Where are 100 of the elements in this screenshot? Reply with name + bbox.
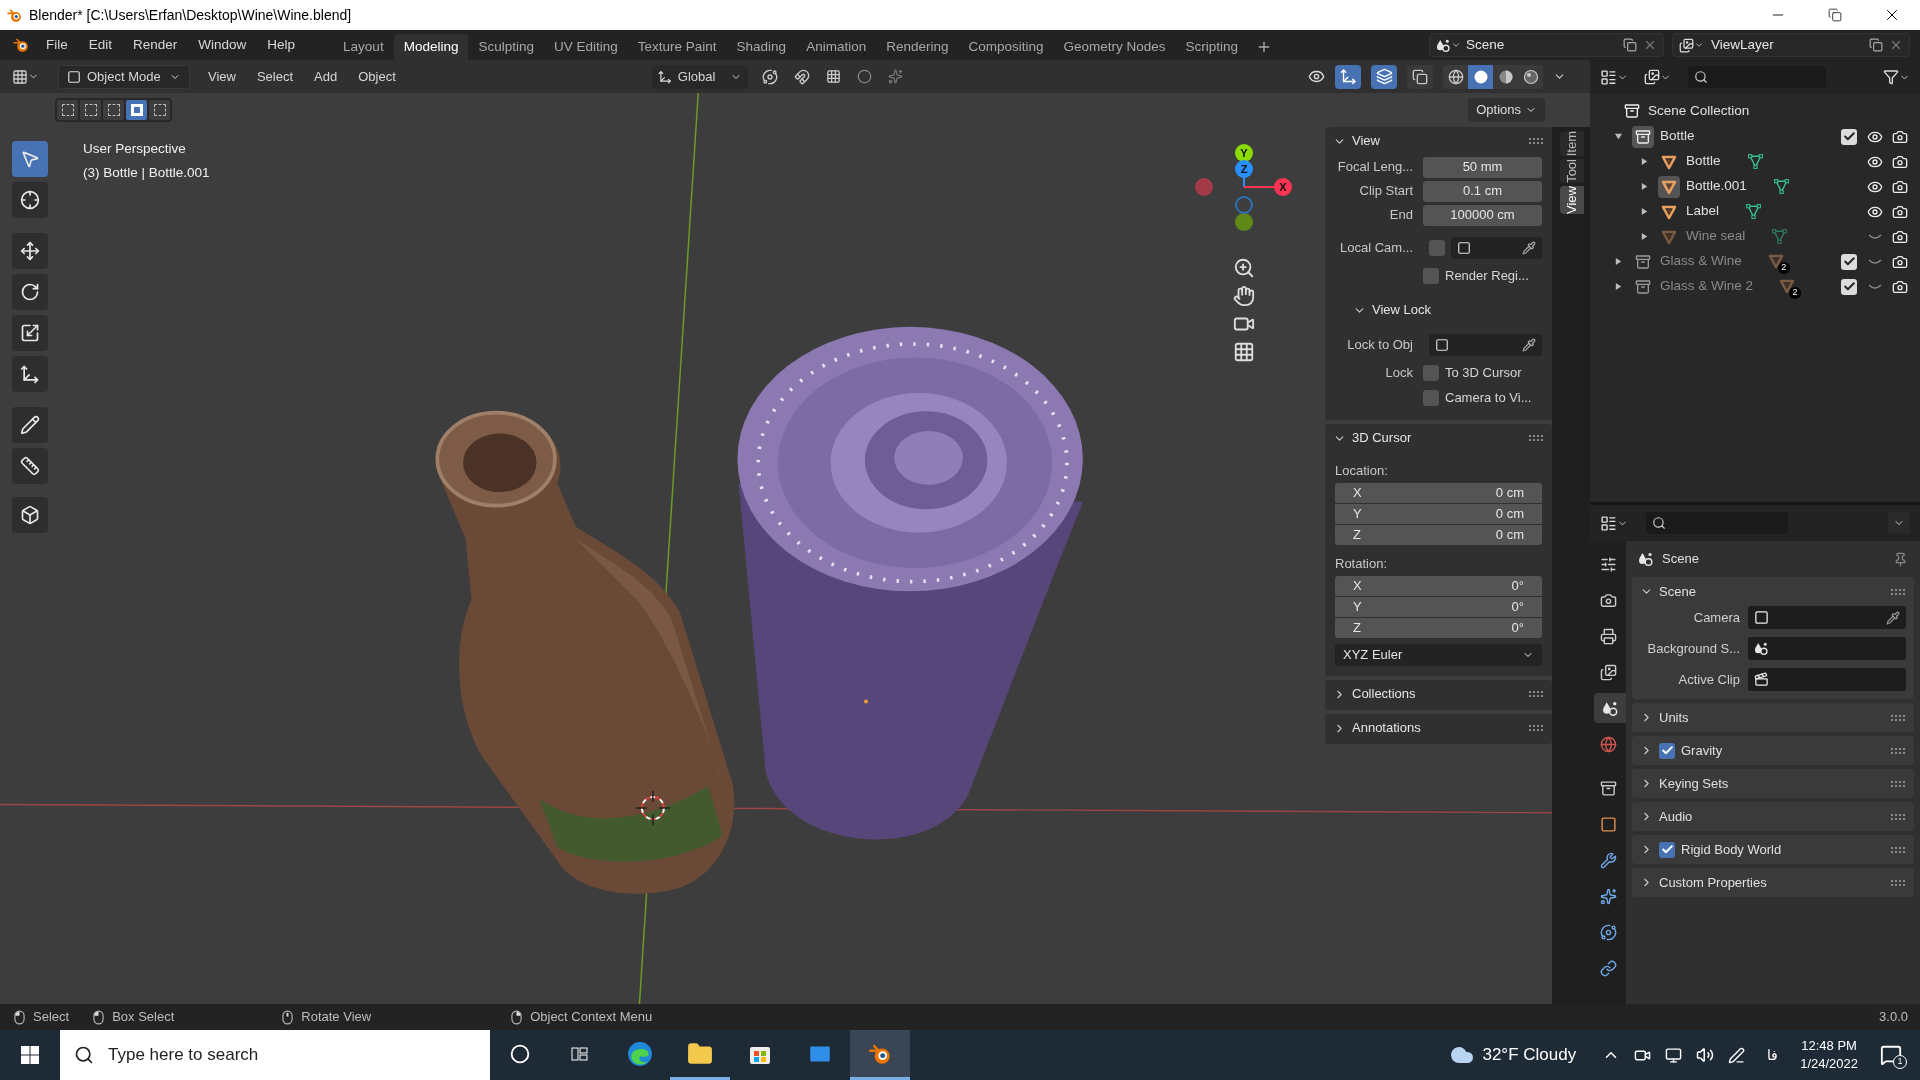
drag-handle-icon[interactable] bbox=[1890, 746, 1906, 755]
selection-mode-button[interactable] bbox=[57, 100, 78, 120]
mode-dropdown[interactable]: Object Mode bbox=[58, 64, 190, 89]
rotation-mode-dropdown[interactable]: XYZ Euler bbox=[1335, 644, 1542, 666]
drag-handle-icon[interactable] bbox=[1528, 724, 1544, 732]
sidebar-tab[interactable]: Tool bbox=[1560, 159, 1584, 184]
checkbox[interactable] bbox=[1429, 240, 1445, 256]
tool-tab-icon[interactable] bbox=[1599, 555, 1617, 573]
cortana-icon[interactable] bbox=[510, 1043, 530, 1064]
add-cube-tool-button[interactable] bbox=[12, 497, 48, 533]
checkbox[interactable] bbox=[1423, 389, 1439, 406]
workspace-tab[interactable]: Shading bbox=[726, 34, 797, 60]
sidebar-tab[interactable]: Item bbox=[1560, 131, 1584, 157]
expand-arrow-icon[interactable] bbox=[1614, 257, 1623, 266]
checkbox[interactable] bbox=[1423, 267, 1439, 284]
filter-icon[interactable] bbox=[1883, 69, 1899, 85]
pivot-icon[interactable] bbox=[761, 68, 778, 85]
expand-arrow-icon[interactable] bbox=[1640, 232, 1649, 241]
wireframe-shading-icon[interactable] bbox=[1447, 68, 1464, 85]
selection-mode-button[interactable] bbox=[149, 100, 170, 120]
display-mode-icon[interactable] bbox=[1600, 68, 1617, 86]
editor-type-icon[interactable] bbox=[12, 68, 28, 85]
render-camera-icon[interactable] bbox=[1892, 253, 1908, 270]
drag-handle-icon[interactable] bbox=[1890, 779, 1906, 788]
outliner-item[interactable]: Bottle bbox=[1660, 126, 1695, 147]
workspace-tab[interactable]: UV Editing bbox=[544, 34, 628, 60]
outliner-item[interactable]: Glass & Wine bbox=[1660, 251, 1742, 272]
pen-icon[interactable] bbox=[1728, 1046, 1746, 1064]
world-tab-icon[interactable] bbox=[1599, 735, 1617, 753]
outliner-item[interactable]: Wine seal bbox=[1686, 226, 1746, 247]
menu-item[interactable]: Window bbox=[198, 34, 247, 56]
filter-view-icon[interactable] bbox=[1644, 69, 1660, 85]
drag-handle-icon[interactable] bbox=[1890, 812, 1906, 821]
editor-type-icon[interactable] bbox=[1600, 514, 1617, 532]
menu-item[interactable]: View bbox=[208, 66, 236, 87]
view-layer-tab-icon[interactable] bbox=[1599, 663, 1617, 681]
checkbox[interactable] bbox=[1841, 278, 1857, 295]
workspace-tab[interactable]: Rendering bbox=[876, 34, 959, 60]
eyedropper-icon[interactable] bbox=[1886, 610, 1900, 625]
expand-arrow-icon[interactable] bbox=[1614, 132, 1623, 141]
checkbox[interactable] bbox=[1841, 253, 1857, 270]
output-tab-icon[interactable] bbox=[1599, 627, 1617, 645]
menu-item[interactable]: File bbox=[46, 34, 68, 56]
pin-icon[interactable] bbox=[1893, 551, 1908, 567]
menu-item[interactable]: Help bbox=[267, 34, 296, 56]
xray-toggle-icon[interactable] bbox=[1412, 68, 1428, 85]
menu-item[interactable]: Render bbox=[133, 34, 178, 56]
mesh-data-icon[interactable] bbox=[1746, 153, 1764, 170]
transform-tool-button[interactable] bbox=[12, 356, 48, 392]
render-camera-icon[interactable] bbox=[1892, 178, 1908, 195]
number-field[interactable]: X 0 cm bbox=[1335, 483, 1542, 503]
restore-icon[interactable] bbox=[1827, 8, 1842, 22]
visibility-icon[interactable] bbox=[1308, 68, 1325, 85]
number-field[interactable]: Z 0 cm bbox=[1335, 525, 1542, 545]
checkbox[interactable] bbox=[1659, 841, 1675, 858]
annotate-tool-button[interactable] bbox=[12, 407, 48, 443]
menu-item[interactable]: Add bbox=[314, 66, 338, 87]
expand-arrow-icon[interactable] bbox=[1614, 282, 1623, 291]
expand-arrow-icon[interactable] bbox=[1640, 182, 1649, 191]
number-field[interactable]: 100000 cm bbox=[1423, 204, 1542, 226]
drag-handle-icon[interactable] bbox=[1528, 434, 1544, 442]
panel-title[interactable]: Audio bbox=[1659, 806, 1693, 827]
workspace-tab[interactable]: Geometry Nodes bbox=[1053, 34, 1176, 60]
outliner-item[interactable]: Label bbox=[1686, 201, 1720, 222]
solid-shading-icon[interactable] bbox=[1472, 68, 1489, 85]
zoom-icon[interactable] bbox=[1233, 257, 1255, 279]
panel-title[interactable]: View Lock bbox=[1372, 300, 1431, 320]
drag-handle-icon[interactable] bbox=[1890, 878, 1906, 887]
mesh-data-icon[interactable] bbox=[1772, 178, 1790, 195]
mesh-data-icon[interactable] bbox=[1771, 228, 1789, 245]
outliner-item[interactable]: Bottle bbox=[1686, 151, 1721, 172]
number-field[interactable]: 0.1 cm bbox=[1423, 180, 1542, 202]
snap-target-icon[interactable] bbox=[825, 69, 841, 84]
scale-tool-button[interactable] bbox=[12, 315, 48, 351]
panel-title[interactable]: Annotations bbox=[1352, 718, 1421, 738]
panel-title[interactable]: 3D Cursor bbox=[1352, 428, 1412, 448]
modifier-tab-icon[interactable] bbox=[1599, 851, 1617, 869]
orientation-dropdown[interactable]: Global bbox=[651, 64, 748, 89]
outliner-item[interactable]: Bottle.001 bbox=[1686, 176, 1747, 197]
eyedropper-icon[interactable] bbox=[1522, 338, 1536, 352]
select-box-tool-button[interactable] bbox=[12, 141, 48, 177]
axis-handle[interactable]: X bbox=[1243, 178, 1292, 196]
search-field[interactable] bbox=[1688, 66, 1826, 88]
panel-title[interactable]: Gravity bbox=[1681, 740, 1723, 761]
outliner-item[interactable]: Glass & Wine 2 bbox=[1660, 276, 1754, 297]
selection-mode-button[interactable] bbox=[80, 100, 101, 120]
data-field[interactable] bbox=[1748, 637, 1906, 660]
render-camera-icon[interactable] bbox=[1892, 278, 1908, 295]
clock-date[interactable]: 1/24/2022 bbox=[1800, 1055, 1858, 1073]
panel-title[interactable]: Custom Properties bbox=[1659, 872, 1767, 893]
object-field[interactable] bbox=[1451, 237, 1542, 259]
panel-title[interactable]: View bbox=[1352, 131, 1380, 151]
falloff-icon[interactable] bbox=[887, 69, 903, 84]
workspace-tab[interactable]: Texture Paint bbox=[627, 34, 727, 60]
start-icon[interactable] bbox=[20, 1045, 40, 1065]
checkbox-label[interactable]: Render Regi... bbox=[1445, 265, 1529, 286]
search-field[interactable]: Type here to search bbox=[60, 1030, 490, 1080]
input-language[interactable]: فا bbox=[1767, 1044, 1779, 1066]
negative-axis-handle[interactable] bbox=[1195, 178, 1213, 196]
options-dropdown[interactable]: Options bbox=[1468, 98, 1545, 122]
